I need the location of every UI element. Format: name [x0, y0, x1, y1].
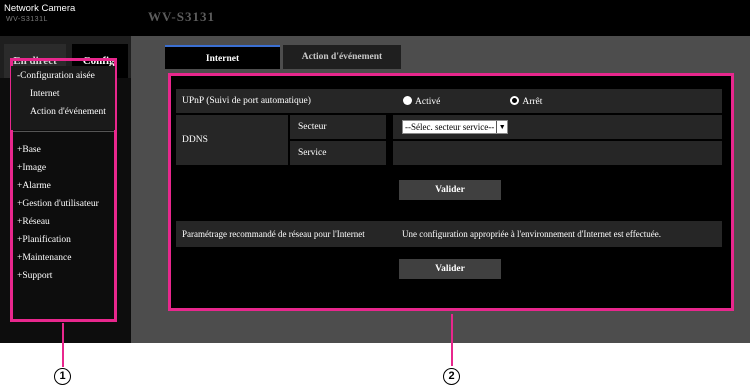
radio-on-icon [403, 95, 412, 105]
apply-button-2[interactable]: Valider [399, 259, 501, 279]
menu-divider [13, 131, 114, 132]
recommended-row: Paramétrage recommandé de réseau pour l'… [176, 221, 722, 247]
service-value [393, 141, 722, 165]
callout-number-2: 2 [443, 368, 460, 385]
brand-title: Network Camera [4, 3, 76, 14]
sector-select[interactable]: --Sélec. secteur service-- ▼ [402, 120, 509, 134]
menu-alarm[interactable]: +Alarme [17, 181, 51, 191]
menu-base[interactable]: +Base [17, 145, 41, 155]
sector-label-cell: Secteur [290, 115, 386, 139]
sidebar-menu: -Configuration aisée Internet Action d'é… [10, 58, 117, 322]
sector-label: Secteur [298, 122, 327, 132]
camera-model: WV-S3131 [148, 9, 215, 24]
upnp-label: UPnP (Suivi de port automatique) [182, 96, 311, 106]
radio-off-icon [510, 95, 520, 105]
menu-user-management[interactable]: +Gestion d'utilisateur [17, 199, 99, 209]
ddns-label: DDNS [182, 135, 208, 145]
upnp-options: Activé Arrêt [393, 89, 722, 113]
upnp-on-label: Activé [415, 96, 441, 107]
menu-sub-internet[interactable]: Internet [30, 89, 60, 99]
service-label-cell: Service [290, 141, 386, 165]
tab-event-action[interactable]: Action d'événement [283, 45, 401, 69]
menu-support[interactable]: +Support [17, 271, 52, 281]
service-value-cell [393, 141, 722, 165]
header-bar: Network Camera WV-S3131L WV-S3131 [0, 0, 750, 36]
recommended-label: Paramétrage recommandé de réseau pour l'… [182, 229, 365, 239]
service-label: Service [298, 148, 327, 158]
menu-maintenance[interactable]: +Maintenance [17, 253, 71, 263]
apply-button-1[interactable]: Valider [399, 180, 501, 200]
tab-internet[interactable]: Internet [165, 45, 280, 69]
upnp-off-label: Arrêt [522, 96, 543, 107]
menu-quick-setup[interactable]: -Configuration aisée [17, 71, 95, 81]
settings-panel: UPnP (Suivi de port automatique) Activé … [168, 73, 734, 311]
upnp-on-option[interactable]: Activé [403, 95, 441, 107]
sector-select-value: --Sélec. secteur service-- [405, 122, 495, 132]
menu-image[interactable]: +Image [17, 163, 46, 173]
brand-subtitle: WV-S3131L [6, 16, 48, 23]
menu-schedule[interactable]: +Planification [17, 235, 71, 245]
sector-value-cell: --Sélec. secteur service-- ▼ [393, 115, 722, 139]
callout-number-1: 1 [54, 368, 71, 385]
chevron-down-icon: ▼ [496, 121, 507, 133]
upnp-row: UPnP (Suivi de port automatique) Activé … [176, 89, 722, 113]
menu-network[interactable]: +Réseau [17, 217, 50, 227]
recommended-desc: Une configuration appropriée à l'environ… [402, 229, 661, 239]
upnp-off-option[interactable]: Arrêt [510, 95, 543, 107]
callout-line-2 [451, 314, 453, 366]
callout-line-1 [62, 323, 64, 367]
ddns-label-cell: DDNS [176, 115, 288, 165]
menu-sub-event-action[interactable]: Action d'événement [30, 107, 106, 117]
